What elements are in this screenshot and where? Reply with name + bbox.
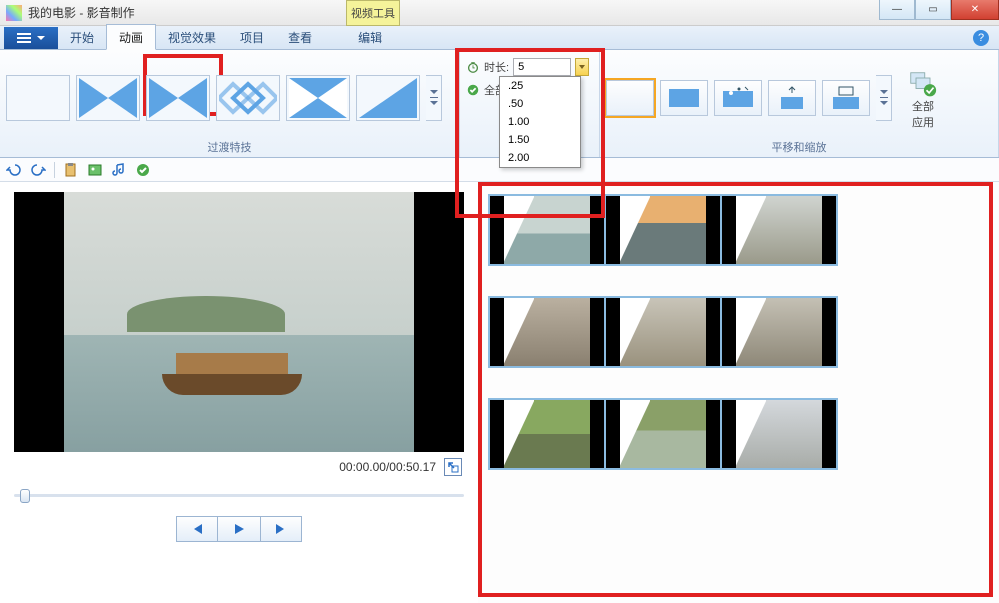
group-label-transitions: 过渡特技 xyxy=(0,139,459,157)
time-display: 00:00.00/00:50.17 xyxy=(339,460,436,474)
preview-frame xyxy=(64,192,414,452)
titlebar: 我的电影 - 影音制作 视频工具 — ▭ ✕ xyxy=(0,0,999,26)
tab-home[interactable]: 开始 xyxy=(58,25,106,49)
duration-option[interactable]: 1.50 xyxy=(500,131,580,149)
tab-visual[interactable]: 视觉效果 xyxy=(156,25,228,49)
clip-columns[interactable] xyxy=(720,296,838,368)
panzoom-option-3[interactable] xyxy=(768,80,816,116)
clip-garden-trees[interactable] xyxy=(488,398,606,470)
panzoom-option-2[interactable] xyxy=(714,80,762,116)
fullscreen-icon[interactable] xyxy=(444,458,462,476)
close-button[interactable]: ✕ xyxy=(951,0,999,20)
ribbon: 过渡特技 时长: 全部应 xyxy=(0,50,999,158)
duration-dropdown-button[interactable] xyxy=(575,58,589,76)
main-area: 00:00.00/00:50.17 xyxy=(0,182,999,603)
transition-cross[interactable] xyxy=(76,75,140,121)
transition-cross-white[interactable] xyxy=(286,75,350,121)
seek-bar[interactable] xyxy=(14,486,464,506)
contextual-tab-video-tools[interactable]: 视频工具 xyxy=(346,0,400,26)
apply-all-label-1: 全部 xyxy=(912,101,934,114)
clip-stone-fountain[interactable] xyxy=(488,296,606,368)
maximize-button[interactable]: ▭ xyxy=(915,0,951,20)
clip-sunset-river[interactable] xyxy=(604,194,722,266)
check-icon[interactable] xyxy=(135,162,151,178)
storyboard-row xyxy=(488,194,989,266)
panzoom-option-4[interactable] xyxy=(822,80,870,116)
clip-ruins-pillar[interactable] xyxy=(720,194,838,266)
panzoom-option-1[interactable] xyxy=(660,80,708,116)
apply-all-button[interactable]: 全部 应用 xyxy=(898,65,948,129)
file-menu[interactable] xyxy=(4,27,58,49)
transition-wipe[interactable] xyxy=(356,75,420,121)
clip-lake-boat[interactable] xyxy=(488,194,606,266)
duration-dropdown-list[interactable]: .25 .50 1.00 1.50 2.00 xyxy=(499,76,581,168)
apply-all-small-icon xyxy=(466,83,480,97)
storyboard-row xyxy=(488,296,989,368)
duration-input[interactable] xyxy=(513,58,571,76)
play-button[interactable] xyxy=(218,516,260,542)
clip-temple-trees[interactable] xyxy=(604,398,722,470)
panzoom-none[interactable] xyxy=(606,80,654,116)
duration-icon xyxy=(466,60,480,74)
duration-option[interactable]: .25 xyxy=(500,77,580,95)
transitions-more-dropdown[interactable] xyxy=(426,75,442,121)
preview-player[interactable] xyxy=(14,192,464,452)
group-transitions: 过渡特技 xyxy=(0,50,460,157)
group-label-panzoom: 平移和缩放 xyxy=(600,139,998,157)
clip-circular-pool[interactable] xyxy=(604,296,722,368)
tab-edit[interactable]: 编辑 xyxy=(346,25,394,49)
storyboard[interactable] xyxy=(478,182,999,603)
tab-project[interactable]: 项目 xyxy=(228,25,276,49)
apply-all-icon xyxy=(909,71,937,99)
duration-option[interactable]: 1.00 xyxy=(500,113,580,131)
group-panzoom: 全部 应用 平移和缩放 xyxy=(600,50,999,157)
preview-pane: 00:00.00/00:50.17 xyxy=(0,182,478,603)
window-title: 我的电影 - 影音制作 xyxy=(28,4,135,21)
clip-marble-ruins[interactable] xyxy=(720,398,838,470)
tab-view[interactable]: 查看 xyxy=(276,25,324,49)
duration-option[interactable]: .50 xyxy=(500,95,580,113)
storyboard-row xyxy=(488,398,989,470)
next-frame-button[interactable] xyxy=(260,516,302,542)
paste-icon[interactable] xyxy=(63,162,79,178)
undo-icon[interactable] xyxy=(6,162,22,178)
tab-animation[interactable]: 动画 xyxy=(106,24,156,50)
app-icon xyxy=(6,5,22,21)
transition-star[interactable] xyxy=(146,75,210,121)
panzoom-more-dropdown[interactable] xyxy=(876,75,892,121)
transition-none[interactable] xyxy=(6,75,70,121)
duration-label: 时长: xyxy=(484,59,509,75)
image-icon[interactable] xyxy=(87,162,103,178)
transition-diamond[interactable] xyxy=(216,75,280,121)
help-icon[interactable]: ? xyxy=(973,30,989,46)
tab-row: 开始 动画 视觉效果 项目 查看 编辑 ? xyxy=(0,26,999,50)
redo-icon[interactable] xyxy=(30,162,46,178)
prev-frame-button[interactable] xyxy=(176,516,218,542)
apply-all-label-2: 应用 xyxy=(912,117,934,130)
duration-option[interactable]: 2.00 xyxy=(500,149,580,167)
minimize-button[interactable]: — xyxy=(879,0,915,20)
music-icon[interactable] xyxy=(111,162,127,178)
